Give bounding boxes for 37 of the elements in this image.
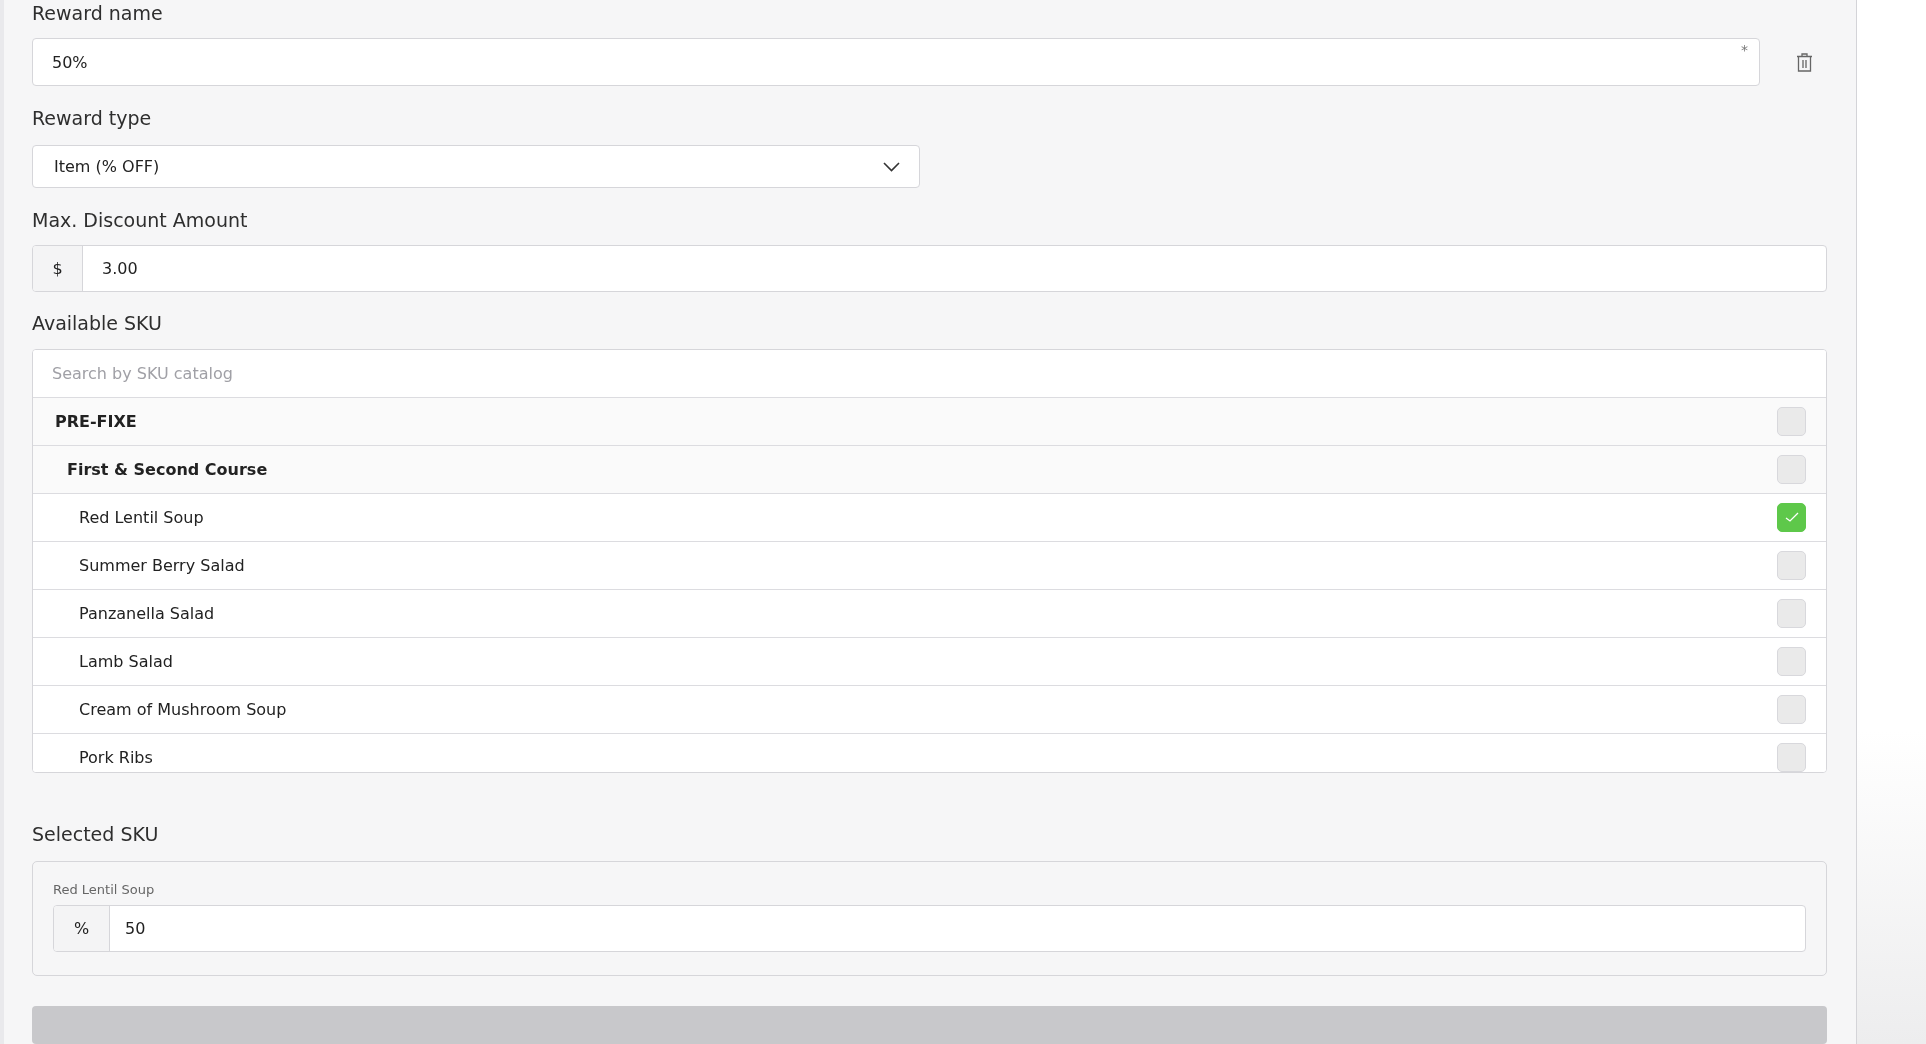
selected-option: Item (% OFF) bbox=[54, 157, 160, 177]
chevron-down-icon bbox=[883, 161, 900, 172]
checkbox[interactable] bbox=[1777, 406, 1806, 436]
reward-name-field[interactable]: 50% * bbox=[32, 38, 1760, 86]
field-label: Reward type bbox=[32, 106, 153, 131]
checkbox[interactable] bbox=[1777, 454, 1806, 484]
item-name: Lamb Salad bbox=[79, 651, 173, 671]
check-icon bbox=[1784, 512, 1799, 522]
reward-type-dropdown[interactable]: Item (% OFF) bbox=[32, 145, 920, 189]
category-name: PRE-FIXE bbox=[55, 411, 137, 431]
item-name: Cream of Mushroom Soup bbox=[79, 699, 287, 719]
checkbox[interactable] bbox=[1777, 550, 1806, 580]
item-name: Summer Berry Salad bbox=[79, 555, 245, 575]
field-label: Max. Discount Amount bbox=[32, 208, 249, 234]
item-name: Pork Ribs bbox=[79, 747, 153, 767]
field-label: Selected SKU bbox=[32, 822, 160, 848]
checkbox[interactable] bbox=[1777, 646, 1806, 676]
field-value: 50 bbox=[124, 918, 147, 941]
required-mark: * bbox=[1741, 42, 1748, 58]
category-name: First & Second Course bbox=[67, 459, 268, 479]
field-value: 3.00 bbox=[101, 257, 139, 280]
currency-prefix: $ bbox=[33, 246, 83, 291]
item-name: Red Lentil Soup bbox=[79, 507, 204, 527]
item-name: Panzanella Salad bbox=[79, 603, 215, 623]
item-name: Red Lentil Soup bbox=[53, 882, 156, 898]
footer-button[interactable] bbox=[32, 1005, 1827, 1044]
percent-prefix: % bbox=[54, 906, 110, 952]
checkbox[interactable] bbox=[1777, 598, 1806, 628]
checkbox[interactable] bbox=[1777, 742, 1806, 772]
field-value: 50% bbox=[52, 52, 88, 72]
checkbox[interactable] bbox=[1777, 694, 1806, 724]
field-label: Available SKU bbox=[32, 310, 163, 336]
discount-field[interactable]: % 50 bbox=[53, 905, 1806, 953]
checkbox[interactable] bbox=[1777, 502, 1806, 532]
trash-icon[interactable] bbox=[1796, 52, 1813, 72]
field-label: Reward name bbox=[32, 1, 164, 26]
amount-field[interactable]: $ 3.00 bbox=[32, 245, 1827, 292]
